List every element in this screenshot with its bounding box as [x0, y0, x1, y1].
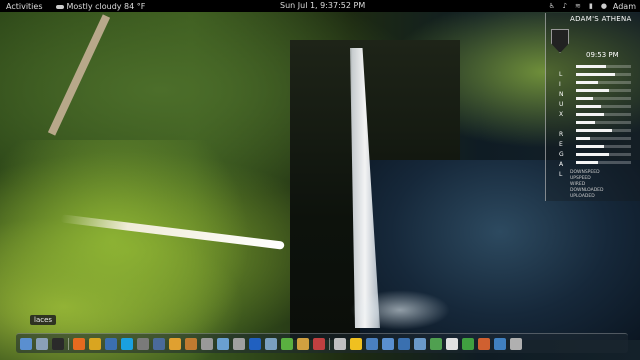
meter-fill	[576, 65, 607, 68]
shield-logo-icon	[551, 29, 569, 53]
monitor-meter	[576, 113, 631, 116]
monitor-meter	[576, 137, 631, 140]
top-panel: Activities Mostly cloudy 84 °F Sun Jul 1…	[0, 0, 640, 12]
meter-fill	[576, 73, 615, 76]
firefox-icon[interactable]	[73, 337, 85, 350]
trash-icon[interactable]	[510, 337, 522, 350]
monitor-meter	[576, 145, 631, 148]
monitor-meter	[576, 161, 631, 164]
chrome-icon[interactable]	[89, 337, 101, 350]
monitor-meter	[576, 89, 631, 92]
home-icon[interactable]	[20, 337, 32, 350]
dock	[16, 333, 628, 353]
thunderbird-icon[interactable]	[105, 337, 117, 350]
spreadsheet-icon[interactable]	[462, 337, 474, 350]
monitor-stat: DOWNSPEED	[570, 170, 600, 175]
monitor-letter: L	[559, 171, 563, 178]
monitor-meter	[576, 65, 631, 68]
tree-trunk	[47, 14, 111, 136]
system-monitor-widget: ADAM'S ATHENA 09:53 PM L I N U X R E G A L DOWNSPE…	[545, 13, 640, 201]
user-menu[interactable]: Adam	[613, 2, 636, 11]
meter-fill	[576, 153, 609, 156]
monitor-title: ADAM'S ATHENA	[570, 15, 632, 23]
monitor-meter	[576, 129, 631, 132]
volume-icon[interactable]: ♪	[561, 2, 569, 10]
terminal-icon[interactable]	[52, 337, 64, 350]
meter-fill	[576, 161, 598, 164]
monitor-letter: A	[559, 161, 564, 168]
network-icon[interactable]	[217, 337, 229, 350]
package-icon[interactable]	[185, 337, 197, 350]
bluetooth-icon[interactable]	[249, 337, 261, 350]
monitor-meter	[576, 153, 631, 156]
desktop-wallpaper	[0, 0, 640, 360]
weather-indicator[interactable]: Mostly cloudy 84 °F	[55, 1, 146, 11]
weather-text: Mostly cloudy 84 °F	[66, 1, 146, 11]
monitor-meter	[576, 97, 631, 100]
monitor-letter: I	[559, 81, 561, 88]
monitor-stat: DOWNLOADED	[570, 188, 604, 193]
network-icon[interactable]: ≋	[574, 2, 582, 10]
document-icon[interactable]	[446, 337, 458, 350]
presentation-icon[interactable]	[478, 337, 490, 350]
dock-separator	[68, 337, 69, 350]
monitor-meter	[576, 81, 631, 84]
chat-icon[interactable]: ●	[600, 2, 608, 10]
meter-fill	[576, 121, 596, 124]
system-tray: ♿ ♪ ≋ ▮ ● Adam	[548, 0, 640, 12]
monitor-letter: G	[559, 151, 564, 158]
battery-icon[interactable]: ▮	[587, 2, 595, 10]
monitor-stat: WIRED	[570, 182, 586, 187]
meter-fill	[576, 129, 612, 132]
image-icon[interactable]	[414, 337, 426, 350]
monitor-letter: U	[559, 101, 564, 108]
meter-fill	[576, 89, 609, 92]
meter-fill	[576, 137, 590, 140]
app-icon[interactable]	[398, 337, 410, 350]
activities-button[interactable]: Activities	[0, 2, 49, 11]
meter-fill	[576, 81, 598, 84]
gear-icon[interactable]	[233, 337, 245, 350]
accessibility-icon[interactable]: ♿	[548, 2, 556, 10]
display-icon[interactable]	[382, 337, 394, 350]
chart-icon[interactable]	[430, 337, 442, 350]
monitor-stat: UPLOADED	[570, 194, 595, 199]
meter-fill	[576, 113, 604, 116]
monitor-letter: X	[559, 111, 564, 118]
meter-fill	[576, 97, 593, 100]
monitor-letter: E	[559, 141, 563, 148]
skype-icon[interactable]	[121, 337, 133, 350]
monitor-meter	[576, 105, 631, 108]
game-icon[interactable]	[313, 337, 325, 350]
tools-icon[interactable]	[201, 337, 213, 350]
monitor-letter: R	[559, 131, 564, 138]
settings-icon[interactable]	[137, 337, 149, 350]
monitor-icon[interactable]	[366, 337, 378, 350]
meter-fill	[576, 105, 601, 108]
music-icon[interactable]	[169, 337, 181, 350]
headphones-icon[interactable]	[297, 337, 309, 350]
monitor-meter	[576, 121, 631, 124]
mail-icon[interactable]	[334, 337, 346, 350]
monitor-letter: L	[559, 71, 563, 78]
dock-tooltip: laces	[30, 315, 57, 325]
calendar-icon[interactable]	[494, 337, 506, 350]
dock-separator	[329, 337, 330, 350]
monitor-stat: UPSPEED	[570, 176, 591, 181]
monitor-letter: N	[559, 91, 564, 98]
window-icon[interactable]	[265, 337, 277, 350]
clock[interactable]: Sun Jul 1, 9:37:52 PM	[280, 0, 365, 12]
cloud-icon	[55, 3, 64, 9]
folder-icon[interactable]	[36, 337, 48, 350]
monitor-meter	[576, 73, 631, 76]
waterfall-mist	[350, 290, 450, 330]
monitor-time: 09:53 PM	[586, 51, 619, 59]
tux-icon[interactable]	[350, 337, 362, 350]
editor-icon[interactable]	[153, 337, 165, 350]
leaf-icon[interactable]	[281, 337, 293, 350]
meter-fill	[576, 145, 604, 148]
